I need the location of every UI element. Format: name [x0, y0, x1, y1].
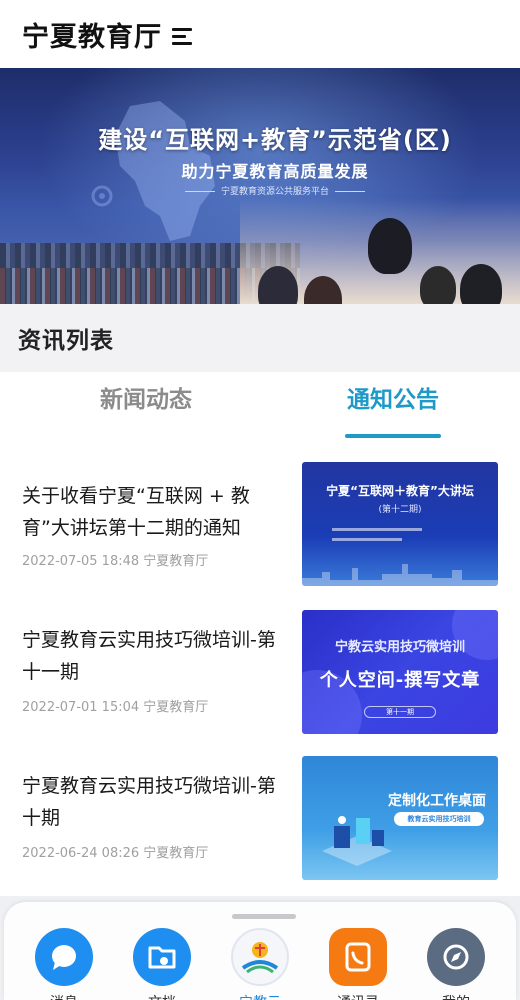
thumb-text-line — [332, 528, 422, 531]
banner-teacher-figure — [368, 218, 412, 274]
thumb-badge: 第十一期 — [364, 706, 436, 718]
news-thumbnail: 宁夏“互联网＋教育”大讲坛 (第十二期) — [302, 462, 498, 586]
thumb-badge: 教育云实用技巧培训 — [394, 812, 484, 826]
news-meta: 2022-07-01 15:04 宁夏教育厅 — [22, 696, 208, 715]
contacts-phone-icon — [329, 928, 387, 986]
section-title: 资讯列表 — [18, 327, 114, 354]
tab-bar-panel: 消息 文档 宁教云 通讯录 我的 — [4, 902, 516, 1000]
news-thumbnail: 定制化工作桌面 教育云实用技巧培训 — [302, 756, 498, 880]
thumb-subtitle: (第十二期) — [378, 505, 422, 515]
thumb-headline: 个人空间-撰写文章 — [319, 670, 481, 691]
banner-student-figure — [420, 266, 456, 304]
app-title: 宁夏教育厅 — [22, 21, 162, 53]
news-title: 宁夏教育云实用技巧微培训-第十一期 — [22, 629, 276, 683]
banner-small-text: 宁夏教育资源公共服务平台 — [0, 184, 520, 197]
tab-news[interactable]: 新闻动态 — [56, 372, 236, 448]
news-source: 宁夏教育厅 — [143, 554, 209, 569]
tabbar-documents[interactable]: 文档 — [132, 928, 192, 1000]
news-meta: 2022-06-24 08:26 宁夏教育厅 — [22, 842, 208, 861]
hero-banner[interactable]: 建设“互联网+教育”示范省(区) 助力宁夏教育高质量发展 宁夏教育资源公共服务平… — [0, 68, 520, 304]
tab-label: 我的 — [426, 992, 486, 1000]
drag-handle[interactable] — [232, 914, 296, 919]
menu-icon[interactable] — [172, 27, 192, 45]
tab-notices[interactable]: 通知公告 — [303, 372, 483, 448]
tabbar-ningjiaoyun[interactable]: 宁教云 — [230, 928, 290, 1000]
tabbar-messages[interactable]: 消息 — [34, 928, 94, 1000]
compass-icon — [427, 928, 485, 986]
tab-label: 消息 — [34, 992, 94, 1000]
news-source: 宁夏教育厅 — [143, 846, 209, 861]
thumb-text-line — [332, 538, 402, 541]
tabbar-contacts[interactable]: 通讯录 — [328, 928, 388, 1000]
top-header: 宁夏教育厅 — [0, 0, 520, 68]
news-source: 宁夏教育厅 — [143, 700, 209, 715]
news-tabs: 新闻动态 通知公告 — [0, 372, 520, 448]
news-item[interactable]: 宁夏教育云实用技巧微培训-第十期 2022-06-24 08:26 宁夏教育厅 … — [0, 756, 520, 902]
ningjiaoyun-logo-icon — [231, 928, 289, 986]
news-thumbnail: 宁教云实用技巧微培训 个人空间-撰写文章 第十一期 — [302, 610, 498, 734]
news-item[interactable]: 宁夏教育云实用技巧微培训-第十一期 2022-07-01 15:04 宁夏教育厅… — [0, 610, 520, 756]
folder-cloud-icon — [133, 928, 191, 986]
tab-label: 文档 — [132, 992, 192, 1000]
news-date: 2022-06-24 08:26 — [22, 846, 140, 861]
thumb-title: 宁教云实用技巧微培训 — [334, 640, 465, 655]
news-title: 宁夏教育云实用技巧微培训-第十期 — [22, 775, 276, 829]
news-title: 关于收看宁夏“互联网 + 教育”大讲坛第十二期的通知 — [22, 485, 250, 539]
tab-label: 通讯录 — [328, 992, 388, 1000]
active-tab-underline — [345, 434, 441, 438]
banner-title: 建设“互联网+教育”示范省(区) — [98, 126, 452, 154]
bottom-tab-bar: 消息 文档 宁教云 通讯录 我的 — [0, 896, 520, 1000]
news-list-header: 资讯列表 — [0, 304, 520, 372]
news-meta: 2022-07-05 18:48 宁夏教育厅 — [22, 550, 208, 569]
chat-bubble-icon — [35, 928, 93, 986]
news-date: 2022-07-05 18:48 — [22, 554, 140, 569]
tab-notices-label: 通知公告 — [347, 386, 439, 413]
news-date: 2022-07-01 15:04 — [22, 700, 140, 715]
news-item[interactable]: 关于收看宁夏“互联网 + 教育”大讲坛第十二期的通知 2022-07-05 18… — [0, 462, 520, 608]
thumb-title: 宁夏“互联网＋教育”大讲坛 — [326, 484, 474, 498]
thumb-title: 定制化工作桌面 — [388, 793, 486, 809]
banner-subtitle: 助力宁夏教育高质量发展 — [181, 162, 369, 181]
tab-label: 宁教云 — [230, 992, 290, 1000]
city-skyline-graphic — [302, 564, 498, 586]
tabbar-profile[interactable]: 我的 — [426, 928, 486, 1000]
